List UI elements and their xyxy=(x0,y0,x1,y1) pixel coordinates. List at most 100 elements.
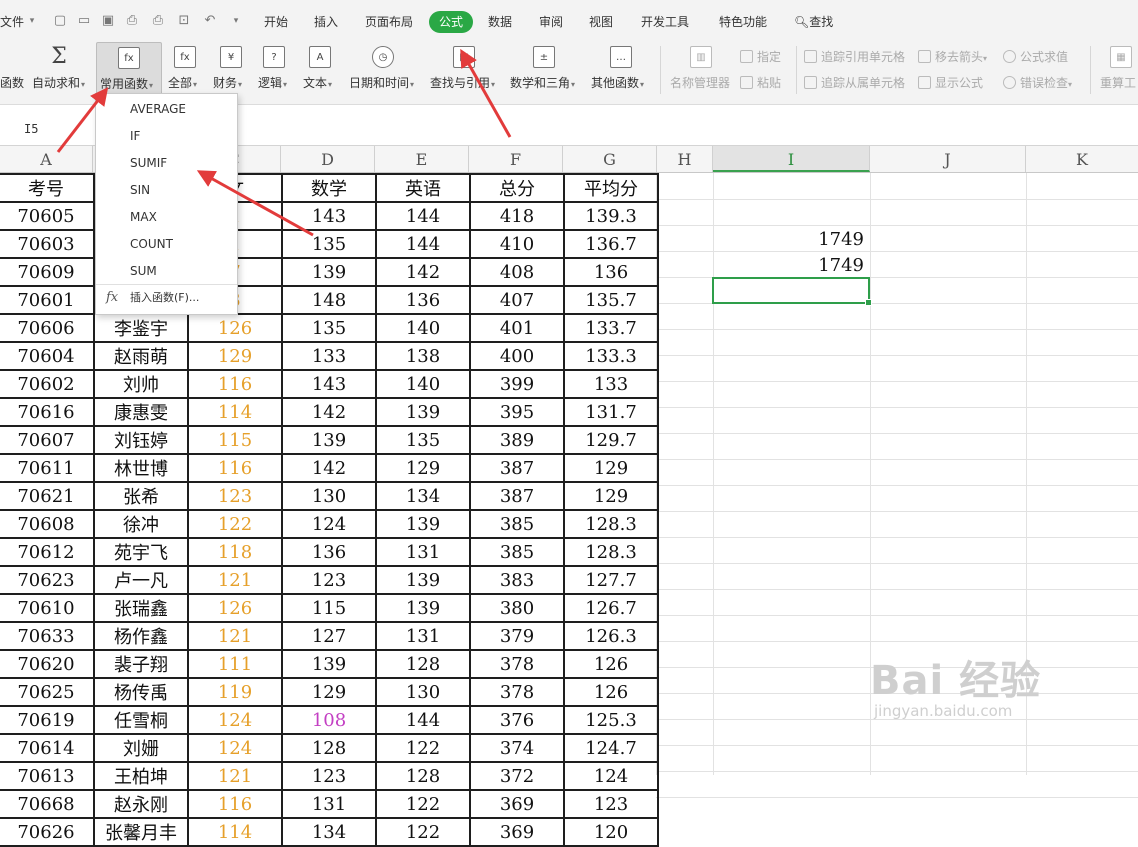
cell-total[interactable]: 418 xyxy=(469,201,565,231)
header-cell-average[interactable]: 平均分 xyxy=(563,173,659,203)
cell-id[interactable]: 70633 xyxy=(0,621,95,651)
cell-average[interactable]: 133 xyxy=(563,369,659,399)
column-header-f[interactable]: F xyxy=(469,146,563,172)
tab-special[interactable]: 特色功能 xyxy=(719,0,767,40)
cell-id[interactable]: 70668 xyxy=(0,789,95,819)
cell-english[interactable]: 128 xyxy=(375,649,471,679)
cell-id[interactable]: 70606 xyxy=(0,313,95,343)
cell-chinese[interactable]: 116 xyxy=(187,789,283,819)
cell-id[interactable]: 70620 xyxy=(0,649,95,679)
cell-english[interactable]: 144 xyxy=(375,201,471,231)
cell-name[interactable]: 赵永刚 xyxy=(93,789,189,819)
cell-chinese[interactable]: 129 xyxy=(187,341,283,371)
show-formula-button[interactable]: 显示公式 xyxy=(918,74,983,91)
cell-total[interactable]: 387 xyxy=(469,453,565,483)
cell-math[interactable]: 123 xyxy=(281,761,377,791)
tab-review[interactable]: 审阅 xyxy=(539,0,563,40)
cell-total[interactable]: 385 xyxy=(469,537,565,567)
cell-id[interactable]: 70604 xyxy=(0,341,95,371)
logical-button[interactable]: ? 逻辑▾ xyxy=(257,40,297,98)
cell-average[interactable]: 129 xyxy=(563,481,659,511)
paste-button[interactable]: 粘贴 xyxy=(740,74,781,91)
cell-math[interactable]: 108 xyxy=(281,705,377,735)
cell-id[interactable]: 70613 xyxy=(0,761,95,791)
cell-name[interactable]: 张瑞鑫 xyxy=(93,593,189,623)
cell-math[interactable]: 131 xyxy=(281,789,377,819)
cell-math[interactable]: 142 xyxy=(281,453,377,483)
cell-id[interactable]: 70616 xyxy=(0,397,95,427)
cell-english[interactable]: 128 xyxy=(375,761,471,791)
cell-english[interactable]: 135 xyxy=(375,425,471,455)
cell-math[interactable]: 135 xyxy=(281,229,377,259)
cell-english[interactable]: 122 xyxy=(375,789,471,819)
header-cell-english[interactable]: 英语 xyxy=(375,173,471,203)
undo-icon[interactable]: ↶ xyxy=(202,13,218,29)
cell-english[interactable]: 129 xyxy=(375,453,471,483)
cell-name[interactable]: 苑宇飞 xyxy=(93,537,189,567)
cell-math[interactable]: 130 xyxy=(281,481,377,511)
cell-id[interactable]: 70602 xyxy=(0,369,95,399)
tab-insert[interactable]: 插入 xyxy=(314,0,338,40)
remove-arrows-button[interactable]: 移去箭头▾ xyxy=(918,48,987,65)
cell-average[interactable]: 133.3 xyxy=(563,341,659,371)
column-header-h[interactable]: H xyxy=(657,146,713,172)
cell-average[interactable]: 124.7 xyxy=(563,733,659,763)
cell-english[interactable]: 142 xyxy=(375,257,471,287)
cell-english[interactable]: 144 xyxy=(375,705,471,735)
tab-page-layout[interactable]: 页面布局 xyxy=(365,0,413,40)
cell-average[interactable]: 128.3 xyxy=(563,509,659,539)
tab-formulas[interactable]: 公式 xyxy=(429,11,474,33)
print-preview-icon[interactable]: ⎙ xyxy=(124,13,140,29)
cell-total[interactable]: 379 xyxy=(469,621,565,651)
cell-average[interactable]: 139.3 xyxy=(563,201,659,231)
cell-name[interactable]: 杨作鑫 xyxy=(93,621,189,651)
cell-english[interactable]: 140 xyxy=(375,369,471,399)
preview-icon[interactable]: ⊡ xyxy=(176,13,192,29)
cell-average[interactable]: 123 xyxy=(563,789,659,819)
cell-chinese[interactable]: 123 xyxy=(187,481,283,511)
cell-math[interactable]: 115 xyxy=(281,593,377,623)
cell-math[interactable]: 142 xyxy=(281,397,377,427)
tab-home[interactable]: 开始 xyxy=(264,0,288,40)
cell-english[interactable]: 139 xyxy=(375,509,471,539)
financial-button[interactable]: ¥ 财务▾ xyxy=(212,40,252,98)
cell-math[interactable]: 123 xyxy=(281,565,377,595)
error-check-button[interactable]: 错误检查▾ xyxy=(1003,74,1072,91)
cell-average[interactable]: 129.7 xyxy=(563,425,659,455)
tab-data[interactable]: 数据 xyxy=(488,0,512,40)
cell-total[interactable]: 378 xyxy=(469,649,565,679)
cell-english[interactable]: 122 xyxy=(375,733,471,763)
menu-item-max[interactable]: MAX xyxy=(130,205,157,229)
cell-name[interactable]: 卢一凡 xyxy=(93,565,189,595)
cell-chinese[interactable]: 122 xyxy=(187,509,283,539)
cell-average[interactable]: 131.7 xyxy=(563,397,659,427)
cell-name[interactable]: 李鉴宇 xyxy=(93,313,189,343)
cell-total[interactable]: 369 xyxy=(469,817,565,847)
recalculate-button[interactable]: ▦ 重算工 xyxy=(1096,40,1138,98)
cell-name[interactable]: 刘帅 xyxy=(93,369,189,399)
cell-name[interactable]: 王柏坤 xyxy=(93,761,189,791)
cell-total[interactable]: 401 xyxy=(469,313,565,343)
cell-total[interactable]: 383 xyxy=(469,565,565,595)
cell-total[interactable]: 389 xyxy=(469,425,565,455)
cell-chinese[interactable]: 124 xyxy=(187,733,283,763)
math-trig-button[interactable]: ± 数学和三角▾ xyxy=(509,40,581,98)
cell-math[interactable]: 128 xyxy=(281,733,377,763)
cell-average[interactable]: 129 xyxy=(563,453,659,483)
chevron-down-icon[interactable]: ▾ xyxy=(24,13,40,29)
selected-cell-i5[interactable] xyxy=(712,277,872,306)
cell-chinese[interactable]: 124 xyxy=(187,705,283,735)
cell-name[interactable]: 康惠雯 xyxy=(93,397,189,427)
cell-id[interactable]: 70610 xyxy=(0,593,95,623)
cell-total[interactable]: 374 xyxy=(469,733,565,763)
cell-name[interactable]: 张馨月丰 xyxy=(93,817,189,847)
cell-math[interactable]: 136 xyxy=(281,537,377,567)
cell-english[interactable]: 140 xyxy=(375,313,471,343)
cell-name[interactable]: 任雪桐 xyxy=(93,705,189,735)
all-functions-button[interactable]: fx 全部▾ xyxy=(166,40,204,98)
menu-item-count[interactable]: COUNT xyxy=(130,232,173,256)
save-icon[interactable]: ▣ xyxy=(100,13,116,29)
name-box[interactable]: I5 xyxy=(24,122,38,136)
menu-item-sin[interactable]: SIN xyxy=(130,178,150,202)
cell-name[interactable]: 林世博 xyxy=(93,453,189,483)
